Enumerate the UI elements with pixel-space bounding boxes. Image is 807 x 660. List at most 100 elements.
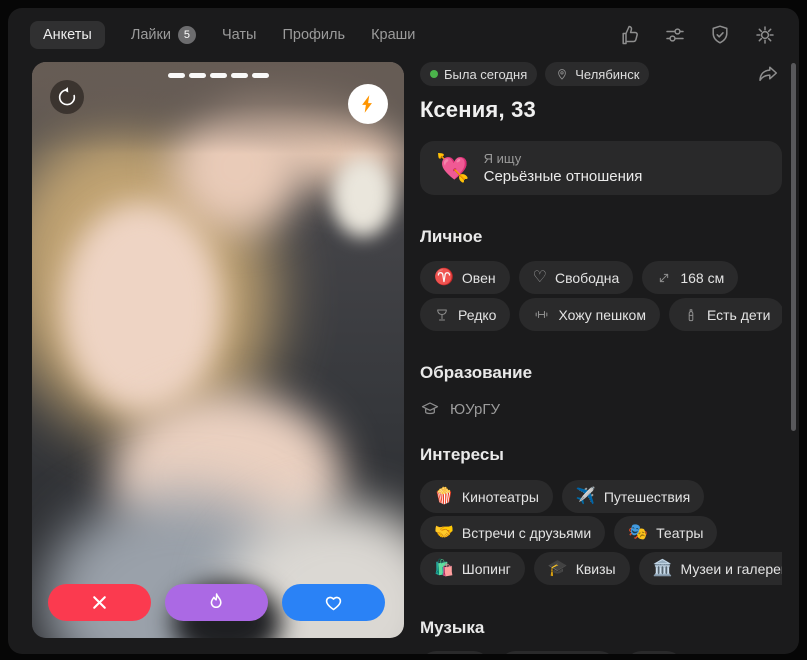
last-seen-text: Была сегодня: [444, 67, 527, 82]
tab-likes[interactable]: Лайки 5: [131, 26, 196, 44]
personal-chips-row: Редко Хожу пешком Есть дети: [420, 298, 782, 331]
chip-alcohol[interactable]: Редко: [420, 298, 510, 331]
chip-label: Квизы: [576, 561, 616, 577]
swipe-actions: [48, 584, 385, 621]
tab-profiles[interactable]: Анкеты: [30, 21, 105, 49]
photo-card[interactable]: [32, 62, 404, 638]
heart-outline-icon: ♡: [533, 270, 547, 286]
photo-progress-segment: [210, 73, 227, 78]
theatre-masks-emoji: 🎭: [628, 525, 648, 541]
interest-chips-row: 🤝 Встречи с друзьями 🎭 Театры: [420, 516, 782, 549]
tab-profiles-label: Анкеты: [43, 27, 92, 43]
education-row: ЮУрГУ: [420, 399, 782, 419]
popcorn-emoji: 🍿: [434, 489, 454, 505]
location-pin-icon: [555, 67, 569, 81]
chip-label: Овен: [462, 270, 496, 286]
chip-label: Музеи и галереи: [681, 561, 782, 577]
museum-emoji: 🏛️: [653, 561, 673, 577]
music-chip-partial[interactable]: [499, 651, 616, 654]
section-personal-heading: Личное: [420, 227, 782, 247]
chip-interest-friends[interactable]: 🤝 Встречи с друзьями: [420, 516, 605, 549]
chip-relationship[interactable]: ♡ Свободна: [519, 261, 634, 294]
scrollbar-thumb[interactable]: [791, 63, 796, 431]
share-button[interactable]: [756, 62, 780, 89]
chip-interest-travel[interactable]: ✈️ Путешествия: [562, 480, 704, 513]
filters-icon[interactable]: [663, 23, 687, 47]
section-education-heading: Образование: [420, 363, 782, 383]
chip-fitness[interactable]: Хожу пешком: [519, 298, 660, 331]
top-icons: [618, 23, 777, 47]
education-value: ЮУрГУ: [450, 401, 500, 418]
photo-progress-segment: [252, 73, 269, 78]
photo-progress-segment: [189, 73, 206, 78]
chip-label: Хожу пешком: [558, 307, 646, 323]
photo-progress-indicator: [32, 73, 404, 78]
handshake-emoji: 🤝: [434, 525, 454, 541]
shield-check-icon[interactable]: [708, 23, 732, 47]
chip-height[interactable]: 168 см: [642, 261, 738, 294]
top-navigation: Анкеты Лайки 5 Чаты Профиль Краши: [8, 8, 799, 62]
flame-icon: [205, 591, 228, 614]
aries-icon: ♈: [434, 270, 454, 286]
music-chip-partial[interactable]: [625, 651, 683, 654]
photo-watch-region: [332, 157, 394, 237]
nav-tabs: Анкеты Лайки 5 Чаты Профиль Краши: [30, 21, 415, 49]
music-chips-row: [420, 651, 782, 654]
personal-chips-row: ♈ Овен ♡ Свободна 168 см: [420, 261, 782, 294]
chip-label: Кинотеатры: [462, 489, 539, 505]
close-icon: [88, 591, 111, 614]
interest-chips-row: 🍿 Кинотеатры ✈️ Путешествия: [420, 480, 782, 513]
seeking-card[interactable]: 💘 Я ищу Серьёзные отношения: [420, 141, 782, 195]
chip-interest-cinema[interactable]: 🍿 Кинотеатры: [420, 480, 553, 513]
boost-button[interactable]: [348, 84, 388, 124]
likes-count-badge: 5: [178, 26, 196, 44]
chip-label: Театры: [656, 525, 703, 541]
height-arrows-icon: [656, 270, 672, 286]
settings-gear-icon[interactable]: [753, 23, 777, 47]
dislike-button[interactable]: [48, 584, 151, 621]
chip-label: Шопинг: [462, 561, 511, 577]
chip-children[interactable]: Есть дети: [669, 298, 782, 331]
chip-interest-quizzes[interactable]: 🎓Квизы: [534, 552, 630, 585]
seeking-texts: Я ищу Серьёзные отношения: [484, 151, 643, 185]
drink-glass-icon: [434, 307, 450, 323]
tab-likes-label: Лайки: [131, 27, 171, 43]
photo-progress-segment: [231, 73, 248, 78]
tab-crushes[interactable]: Краши: [371, 27, 415, 43]
profile-name: Ксения, 33: [420, 97, 782, 123]
thumbs-up-icon[interactable]: [618, 23, 642, 47]
chip-label: Свободна: [555, 270, 619, 286]
dumbbell-icon: [533, 306, 550, 323]
superlike-button[interactable]: [165, 584, 268, 621]
rewind-photo-button[interactable]: [50, 80, 84, 114]
chip-zodiac[interactable]: ♈ Овен: [420, 261, 510, 294]
airplane-emoji: ✈️: [576, 489, 596, 505]
chip-interest-museums[interactable]: 🏛️ Музеи и галереи: [639, 552, 782, 585]
tab-chats[interactable]: Чаты: [222, 27, 256, 43]
graduation-cap-icon: [420, 399, 440, 419]
chip-label: Встречи с друзьями: [462, 525, 591, 541]
like-button[interactable]: [282, 584, 385, 621]
online-dot-icon: [430, 70, 438, 78]
chip-label: Редко: [458, 307, 496, 323]
photo-face-region: [62, 202, 222, 412]
tab-profile-label: Профиль: [282, 27, 345, 43]
seeking-value: Серьёзные отношения: [484, 168, 643, 185]
profile-info-column: Была сегодня Челябинск Ксения, 33 💘 Я ищ…: [420, 62, 782, 654]
chip-label: Путешествия: [604, 489, 690, 505]
profile-header-row: Была сегодня Челябинск: [420, 62, 782, 89]
tab-profile[interactable]: Профиль: [282, 27, 345, 43]
chip-label: 168 см: [680, 270, 724, 286]
chip-interest-theatre[interactable]: 🎭 Театры: [614, 516, 717, 549]
dating-app-panel: Анкеты Лайки 5 Чаты Профиль Краши: [8, 8, 799, 654]
baby-bottle-icon: [683, 307, 699, 323]
tab-chats-label: Чаты: [222, 27, 256, 43]
section-music-heading: Музыка: [420, 618, 782, 638]
status-badges: Была сегодня Челябинск: [420, 62, 649, 86]
chip-interest-shopping[interactable]: 🛍️Шопинг: [420, 552, 525, 585]
music-chip-partial[interactable]: [420, 651, 490, 654]
last-seen-badge: Была сегодня: [420, 62, 537, 86]
city-text: Челябинск: [575, 67, 639, 82]
chip-label: Есть дети: [707, 307, 771, 323]
lightning-icon: [357, 93, 379, 115]
